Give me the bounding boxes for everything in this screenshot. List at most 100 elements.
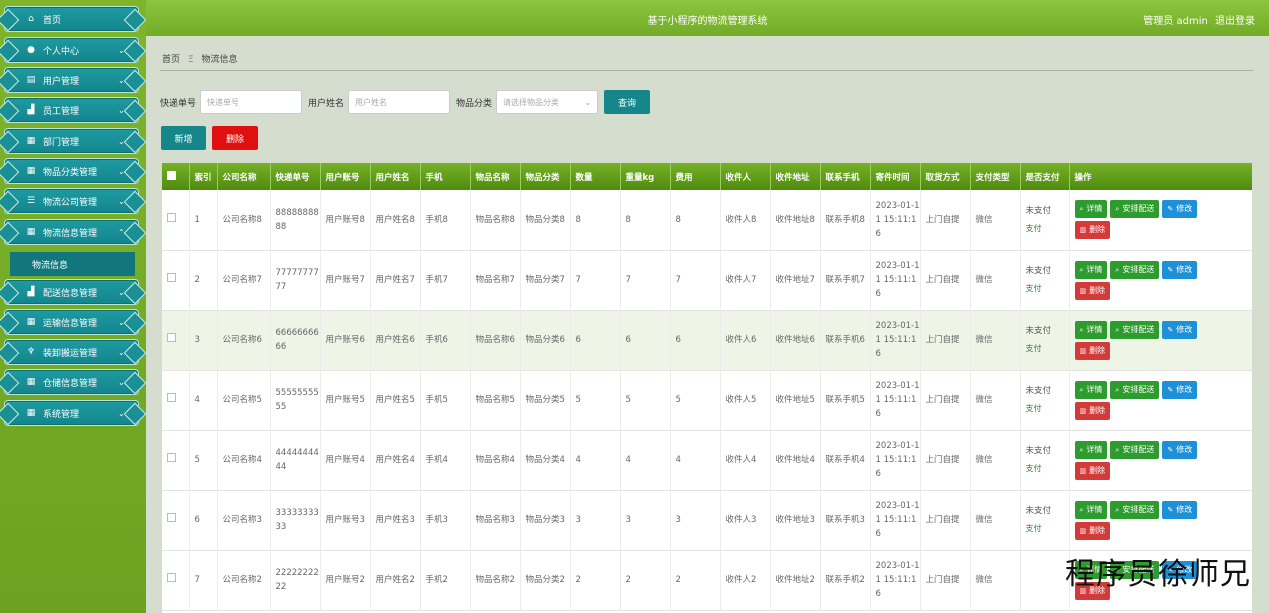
action-label: 详情	[1086, 504, 1103, 514]
cell-time: 2023-01-11 15:11:16	[870, 310, 921, 370]
detail-button[interactable]: ⌕ 详情	[1074, 380, 1108, 399]
row-checkbox[interactable]	[167, 273, 176, 282]
sidebar-item[interactable]: ▦ 物品分类管理 ⌄	[4, 158, 139, 184]
cell-actions: ⌕ 详情 ⌕ 安排配送 ✎ 修改 ▥ 删除	[1069, 190, 1252, 250]
chevron-icon: ⌄	[118, 45, 125, 55]
row-actions: ⌕ 详情 ⌕ 安排配送 ✎ 修改 ▥ 删除	[1074, 320, 1210, 360]
username-input[interactable]: 用户姓名	[348, 90, 451, 114]
trash-icon: ▥	[1079, 526, 1087, 535]
pay-link[interactable]: 支付	[1026, 282, 1069, 296]
action-label: 详情	[1086, 384, 1103, 394]
dispatch-button[interactable]: ⌕ 安排配送	[1110, 500, 1160, 519]
row-checkbox[interactable]	[167, 333, 176, 342]
pay-link[interactable]: 支付	[1026, 342, 1069, 356]
row-checkbox[interactable]	[167, 453, 176, 462]
tracking-input[interactable]: 快递单号	[200, 90, 303, 114]
sidebar-item[interactable]: ▦ 运输信息管理 ⌄	[4, 309, 139, 335]
cell-qty: 8	[570, 190, 621, 250]
cell-paytype: 微信	[970, 490, 1021, 550]
logout-link[interactable]: 退出登录	[1215, 16, 1255, 27]
edit-button[interactable]: ✎ 修改	[1162, 260, 1198, 279]
cell-qty: 2	[570, 550, 621, 610]
cell-paytype: 微信	[970, 250, 1021, 310]
dispatch-button[interactable]: ⌕ 安排配送	[1110, 320, 1160, 339]
category-select[interactable]: 请选择物品分类 ⌄	[496, 90, 599, 114]
username-label: 用户姓名	[308, 98, 345, 109]
delete-button[interactable]: ▥ 删除	[1074, 341, 1111, 360]
delete-button[interactable]: ▥ 删除	[1074, 521, 1111, 540]
sidebar-item[interactable]: ▟ 员工管理 ⌄	[4, 97, 139, 123]
edit-button[interactable]: ✎ 修改	[1162, 200, 1198, 219]
cell-category: 物品分类7	[520, 250, 571, 310]
row-checkbox[interactable]	[167, 513, 176, 522]
edit-button[interactable]: ✎ 修改	[1162, 320, 1198, 339]
detail-button[interactable]: ⌕ 详情	[1074, 200, 1108, 219]
cell-contact: 联系手机2	[820, 550, 871, 610]
sidebar-item[interactable]: ▦ 系统管理 ⌄	[4, 400, 139, 426]
cell-pickup: 上门自提	[920, 430, 971, 490]
column-header: 费用	[670, 163, 721, 190]
cell-item: 物品名称7	[470, 250, 521, 310]
query-button[interactable]: 查询	[604, 90, 651, 114]
sidebar-subitem-logistics-info[interactable]: 物流信息	[10, 252, 135, 276]
cell-qty: 4	[570, 430, 621, 490]
cell-category: 物品分类6	[520, 310, 571, 370]
sidebar-item[interactable]: ▦ 物流信息管理 ⌃	[4, 219, 139, 245]
pay-link[interactable]: 支付	[1026, 522, 1069, 536]
delete-button[interactable]: ▥ 删除	[1074, 461, 1111, 480]
detail-button[interactable]: ⌕ 详情	[1074, 320, 1108, 339]
cell-weight: 3	[620, 490, 671, 550]
search-icon: ⌕	[1115, 205, 1120, 214]
sidebar-item[interactable]: ⌂ 首页	[4, 6, 139, 32]
cell-fee: 4	[670, 430, 721, 490]
sidebar-item[interactable]: ☰ 物流公司管理 ⌄	[4, 188, 139, 214]
delete-button[interactable]: ▥ 删除	[1074, 281, 1111, 300]
detail-button[interactable]: ⌕ 详情	[1074, 440, 1108, 459]
sidebar-item[interactable]: ▦ 部门管理 ⌄	[4, 128, 139, 154]
add-button[interactable]: 新增	[161, 126, 206, 150]
cell-pickup: 上门自提	[920, 250, 971, 310]
row-checkbox[interactable]	[167, 393, 176, 402]
table-row: 5 公司名称4 4444444444 用户账号4 用户姓名4 手机4 物品名称4 物品分类4 4…	[162, 430, 1252, 490]
dispatch-button[interactable]: ⌕ 安排配送	[1110, 380, 1160, 399]
search-icon: ⌕	[1115, 385, 1120, 394]
row-checkbox[interactable]	[167, 212, 176, 222]
cell-category: 物品分类3	[520, 490, 571, 550]
cell-paytype: 微信	[970, 310, 1021, 370]
column-header: 快递单号	[270, 163, 321, 190]
search-icon: ⌕	[1115, 265, 1120, 274]
select-all-checkbox[interactable]	[162, 163, 190, 190]
sidebar-item[interactable]: ▟ 配送信息管理 ⌄	[4, 279, 139, 305]
search-icon: ⌕	[1115, 445, 1120, 454]
pay-link[interactable]: 支付	[1026, 222, 1069, 236]
row-checkbox[interactable]	[167, 573, 176, 582]
trash-icon: ▥	[1079, 406, 1087, 415]
dispatch-button[interactable]: ⌕ 安排配送	[1110, 440, 1160, 459]
dispatch-button[interactable]: ⌕ 安排配送	[1110, 200, 1160, 219]
cell-qty: 3	[570, 490, 621, 550]
edit-button[interactable]: ✎ 修改	[1162, 500, 1198, 519]
action-label: 安排配送	[1122, 204, 1155, 214]
batch-delete-button[interactable]: 删除	[212, 126, 258, 150]
action-label: 修改	[1176, 384, 1193, 394]
sidebar-item[interactable]: ▦ 仓储信息管理 ⌄	[4, 369, 139, 395]
detail-button[interactable]: ⌕ 详情	[1074, 260, 1108, 279]
cell-phone: 手机4	[420, 430, 471, 490]
delete-button[interactable]: ▥ 删除	[1074, 401, 1111, 420]
pay-link[interactable]: 支付	[1026, 462, 1069, 476]
pay-link[interactable]: 支付	[1026, 402, 1069, 416]
row-actions: ⌕ 详情 ⌕ 安排配送 ✎ 修改 ▥ 删除	[1074, 260, 1210, 300]
action-label: 删除	[1089, 525, 1106, 535]
edit-button[interactable]: ✎ 修改	[1162, 440, 1198, 459]
breadcrumb-home[interactable]: 首页	[162, 55, 180, 65]
action-label: 安排配送	[1122, 324, 1155, 334]
delete-button[interactable]: ▥ 删除	[1074, 221, 1111, 240]
sidebar-item[interactable]: ▤ 用户管理 ⌄	[4, 67, 139, 93]
sidebar-item[interactable]: ● 个人中心 ⌄	[4, 37, 139, 63]
chevron-icon: ⌄	[118, 105, 125, 115]
cell-paid	[1020, 550, 1070, 610]
sidebar-item[interactable]: ♆ 装卸搬运管理 ⌄	[4, 339, 139, 365]
detail-button[interactable]: ⌕ 详情	[1074, 500, 1108, 519]
edit-button[interactable]: ✎ 修改	[1162, 380, 1198, 399]
dispatch-button[interactable]: ⌕ 安排配送	[1110, 260, 1160, 279]
